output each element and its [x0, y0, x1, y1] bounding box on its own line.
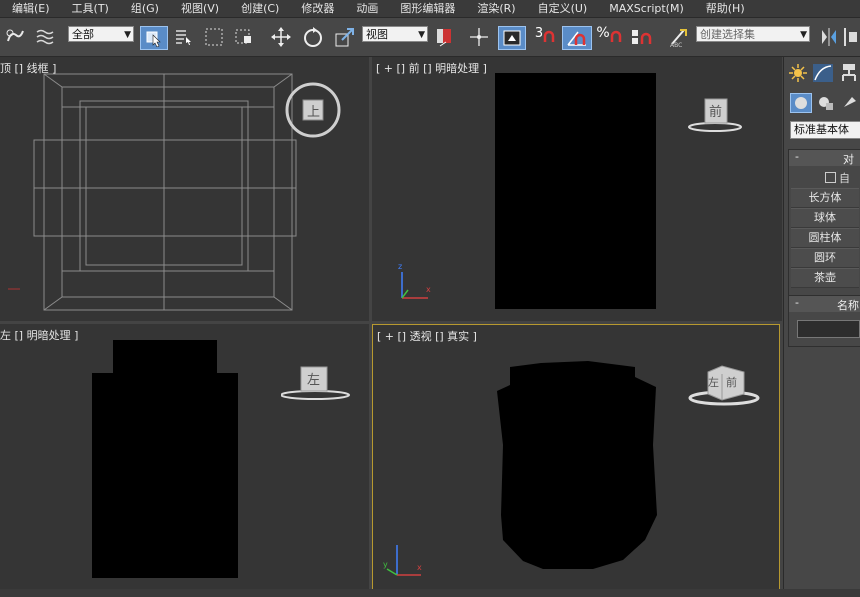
- svg-text:x: x: [417, 563, 422, 572]
- lights-category-icon[interactable]: [840, 93, 860, 113]
- status-bar: [0, 589, 860, 597]
- unlink-icon[interactable]: [34, 24, 56, 50]
- select-by-name-icon[interactable]: [172, 24, 196, 50]
- rotate-icon[interactable]: [300, 24, 326, 50]
- chevron-down-icon: ▼: [124, 30, 131, 40]
- menu-animation[interactable]: 动画: [345, 0, 389, 17]
- viewport-left-label[interactable]: 左 [] 明暗处理 ]: [0, 327, 78, 343]
- reference-coordinate-dropdown[interactable]: 视图 ▼: [362, 26, 428, 42]
- menu-edit[interactable]: 编辑(E): [0, 0, 61, 17]
- sphere-button[interactable]: 球体: [791, 208, 859, 228]
- command-panel: 标准基本体 - 对 自 长方体 球体 圆柱体 圆环 茶壶 - 名称: [783, 57, 860, 597]
- percent-snap-icon[interactable]: %: [596, 24, 622, 50]
- viewcube-perspective-front-face: 前: [726, 376, 737, 389]
- main-toolbar: 全部 ▼ 视图 ▼ 3 % ABC 创建选择集 ▼: [0, 18, 860, 57]
- object-name-input[interactable]: [797, 320, 860, 338]
- select-object-button[interactable]: [140, 26, 168, 50]
- autogrid-checkbox-row[interactable]: 自: [825, 170, 860, 185]
- viewcube-left[interactable]: 左: [280, 362, 351, 402]
- menu-customize[interactable]: 自定义(U): [527, 0, 599, 17]
- svg-text:ABC: ABC: [670, 42, 682, 48]
- link-icon[interactable]: [4, 24, 26, 50]
- name-color-rollout: - 名称: [788, 295, 860, 347]
- viewport-perspective[interactable]: [ + [] 透视 [] 真实 ] 左 前 y x: [372, 324, 780, 590]
- snap-3-label: 3: [534, 25, 544, 41]
- object-silhouette-left: [92, 373, 238, 578]
- viewport-front-label[interactable]: [ + [] 前 [] 明暗处理 ]: [376, 60, 487, 76]
- name-color-rollout-header[interactable]: - 名称: [789, 296, 860, 312]
- edit-named-selection-icon[interactable]: ABC: [666, 24, 692, 50]
- angle-snap-button[interactable]: [562, 26, 592, 50]
- chevron-down-icon: ▼: [418, 30, 425, 40]
- scale-icon[interactable]: [332, 24, 358, 50]
- object-silhouette-front: [495, 73, 656, 309]
- axis-tripod-icon: z x: [398, 262, 431, 299]
- menu-group[interactable]: 组(G): [120, 0, 170, 17]
- object-type-rollout-header[interactable]: - 对: [789, 150, 860, 166]
- create-tab-icon[interactable]: [788, 63, 808, 83]
- viewcube-top-face: 上: [307, 105, 321, 120]
- geometry-category-icon[interactable]: [790, 93, 812, 113]
- menu-tools[interactable]: 工具(T): [61, 0, 120, 17]
- viewcube-front-face: 前: [709, 105, 723, 120]
- viewcube-front[interactable]: 前: [687, 95, 743, 135]
- chevron-down-icon: ▼: [800, 30, 807, 40]
- menu-modifiers[interactable]: 修改器: [290, 0, 345, 17]
- rectangular-selection-icon[interactable]: [202, 24, 226, 50]
- collapse-icon: -: [795, 150, 799, 163]
- window-crossing-icon[interactable]: [232, 24, 256, 50]
- viewcube-perspective-left-face: 左: [708, 376, 719, 389]
- torus-button[interactable]: 圆环: [791, 248, 859, 268]
- reference-coordinate-value: 视图: [366, 28, 388, 41]
- teapot-button[interactable]: 茶壶: [791, 268, 859, 288]
- menu-maxscript[interactable]: MAXScript(M): [598, 0, 695, 17]
- keyboard-shortcut-override-button[interactable]: [498, 26, 526, 50]
- named-selection-dropdown[interactable]: 创建选择集 ▼: [696, 26, 810, 42]
- menu-create[interactable]: 创建(C): [230, 0, 290, 17]
- menu-views[interactable]: 视图(V): [170, 0, 230, 17]
- selection-filter-value: 全部: [72, 28, 94, 41]
- align-icon[interactable]: [842, 24, 860, 50]
- object-type-rollout: - 对 自 长方体 球体 圆柱体 圆环 茶壶: [788, 149, 860, 297]
- category-dropdown[interactable]: 标准基本体: [790, 121, 860, 139]
- object-type-title: 对: [843, 153, 854, 166]
- mirror-icon[interactable]: [818, 24, 840, 50]
- viewcube-perspective[interactable]: 左 前: [688, 362, 760, 410]
- menu-rendering[interactable]: 渲染(R): [466, 0, 526, 17]
- viewport-front[interactable]: [ + [] 前 [] 明暗处理 ] 前 z x: [372, 57, 782, 321]
- svg-text:z: z: [398, 262, 402, 271]
- collapse-icon: -: [795, 296, 799, 309]
- selection-filter-dropdown[interactable]: 全部 ▼: [68, 26, 134, 42]
- viewcube-left-face: 左: [307, 373, 321, 388]
- move-icon[interactable]: [268, 24, 294, 50]
- hierarchy-tab-icon[interactable]: [839, 63, 860, 83]
- menu-graph-editors[interactable]: 图形编辑器: [389, 0, 466, 17]
- menu-bar: 编辑(E) 工具(T) 组(G) 视图(V) 创建(C) 修改器 动画 图形编辑…: [0, 0, 860, 18]
- autogrid-checkbox[interactable]: [825, 172, 836, 183]
- viewport-top[interactable]: 顶 [] 线框 ] 上: [0, 57, 369, 321]
- shapes-category-icon[interactable]: [816, 93, 836, 113]
- select-manipulate-icon[interactable]: [466, 24, 492, 50]
- category-value: 标准基本体: [794, 123, 849, 136]
- viewport-left[interactable]: 左 [] 明暗处理 ] 左: [0, 324, 369, 589]
- svg-text:y: y: [383, 560, 388, 569]
- percent-snap-label: %: [596, 25, 610, 41]
- name-color-title: 名称: [837, 299, 859, 312]
- viewcube-top[interactable]: 上: [284, 81, 342, 139]
- named-selection-value: 创建选择集: [700, 28, 755, 41]
- menu-help[interactable]: 帮助(H): [695, 0, 756, 17]
- autogrid-label: 自: [839, 172, 850, 185]
- pivot-center-icon[interactable]: [432, 24, 458, 50]
- spinner-snap-icon[interactable]: [628, 24, 656, 50]
- modify-tab-icon[interactable]: [812, 63, 834, 83]
- object-silhouette-left-top: [113, 340, 217, 376]
- axis-tripod-perspective-icon: y x: [383, 545, 422, 576]
- viewcube-perspective-icon: [688, 365, 760, 406]
- svg-text:x: x: [426, 285, 431, 294]
- box-button[interactable]: 长方体: [791, 188, 859, 208]
- snap-3-icon[interactable]: 3: [532, 24, 558, 50]
- cylinder-button[interactable]: 圆柱体: [791, 228, 859, 248]
